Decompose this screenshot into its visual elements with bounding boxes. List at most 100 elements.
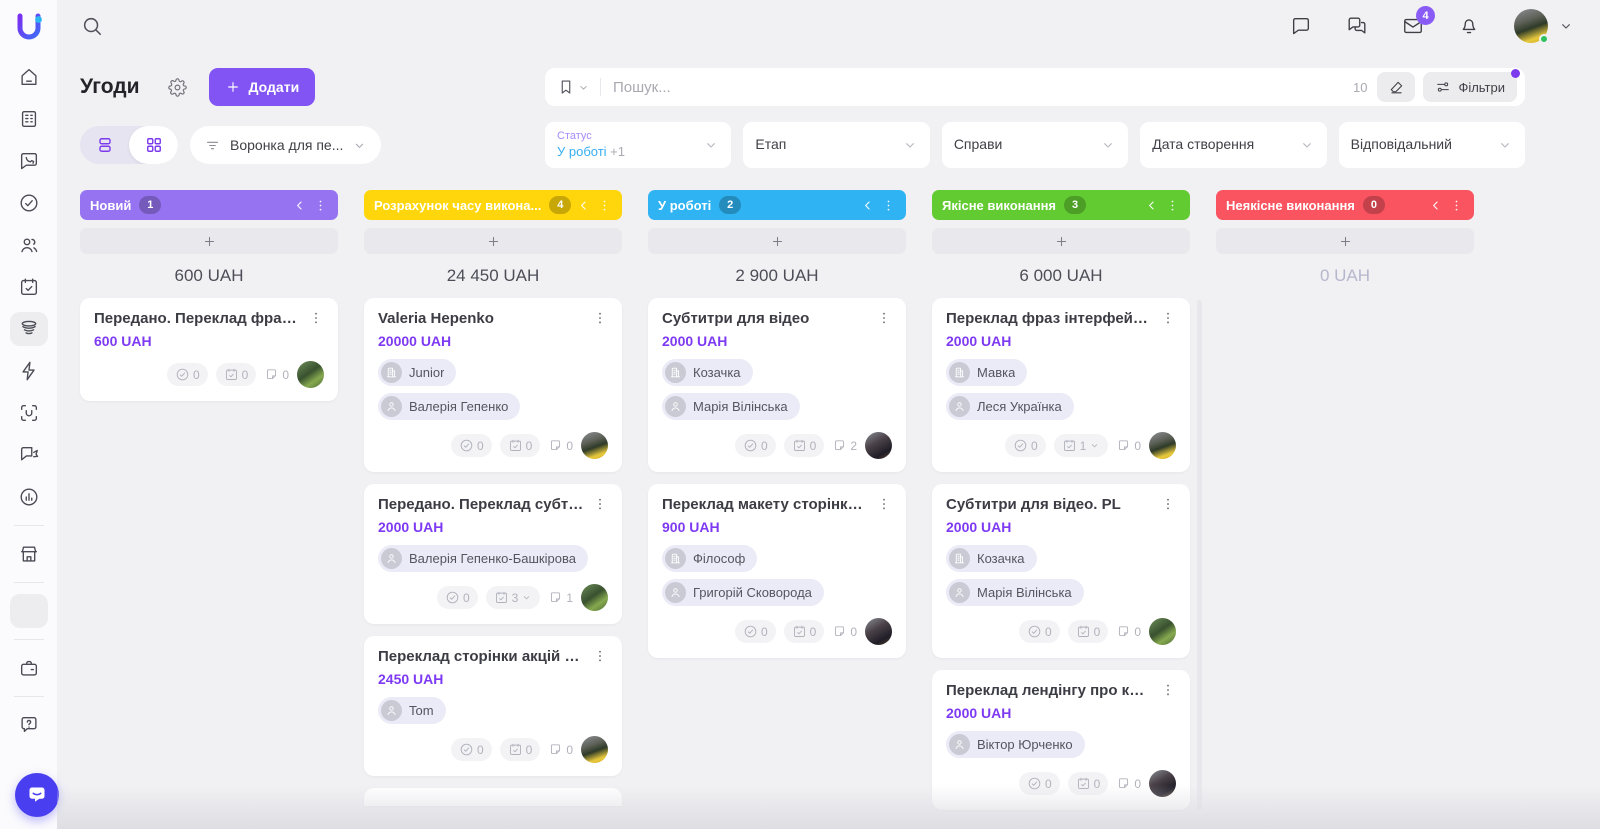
kebab-menu-icon	[1160, 496, 1176, 512]
calendar-stat[interactable]: 3	[486, 586, 541, 609]
page-title: Угоди	[80, 75, 140, 99]
filter-dropdown-Відповідальний[interactable]: Відповідальний	[1339, 122, 1525, 168]
sidebar-item-marketing[interactable]	[10, 438, 48, 472]
company-icon	[949, 362, 970, 383]
column-count-badge: 2	[719, 196, 741, 214]
card-menu-button[interactable]	[876, 496, 892, 512]
deal-card[interactable]: Переклад фраз інтерфейсу ...2000 UAHМавк…	[932, 298, 1190, 472]
column-add-card-button[interactable]	[648, 228, 906, 254]
sidebar-item-automation[interactable]	[10, 354, 48, 388]
column-collapse-button[interactable]	[292, 198, 307, 213]
support-chat-launcher[interactable]	[15, 773, 59, 817]
column-add-card-button[interactable]	[1216, 228, 1474, 254]
card-menu-button[interactable]	[1160, 682, 1176, 698]
sidebar-item-home[interactable]	[10, 60, 48, 94]
column-menu-button[interactable]	[1449, 198, 1464, 213]
card-menu-button[interactable]	[1160, 496, 1176, 512]
chevron-down-icon	[352, 138, 367, 153]
sidebar-item-users[interactable]	[10, 228, 48, 262]
deal-title: Субтитри для відео	[662, 310, 868, 327]
column-header[interactable]: Розрахунок часу викона...4	[364, 190, 622, 220]
chev-down-icon	[577, 81, 590, 94]
card-menu-button[interactable]	[1160, 310, 1176, 326]
sidebar-item-analytics[interactable]	[10, 480, 48, 514]
sidebar-item-calendar[interactable]	[10, 270, 48, 304]
card-menu-button[interactable]	[876, 310, 892, 326]
calendar-count: 0	[526, 743, 533, 757]
tasks-check-icon	[459, 742, 474, 757]
deal-card[interactable]: Субтитри для відео2000 UAHКозачкаМарія В…	[648, 298, 906, 472]
filter-label: Етап	[755, 136, 786, 154]
filter-dropdown-Етап[interactable]: Етап	[743, 122, 929, 168]
column-add-card-button[interactable]	[932, 228, 1190, 254]
calendar-icon	[18, 276, 40, 298]
deal-card[interactable]: Субтитри для відео. PL2000 UAHКозачкаМар…	[932, 484, 1190, 658]
column-menu-button[interactable]	[313, 198, 328, 213]
sidebar-item-finance[interactable]	[10, 651, 48, 685]
settings-icon: undefined	[18, 600, 40, 622]
sidebar-item-settings[interactable]: undefined	[10, 594, 48, 628]
column-menu-button[interactable]	[1165, 198, 1180, 213]
add-deal-button[interactable]: Додати	[209, 68, 316, 106]
column-scrollbar[interactable]	[1197, 300, 1202, 810]
deal-card[interactable]: Переклад лендінгу про квіти2000 UAHВікто…	[932, 670, 1190, 810]
deal-card[interactable]: Valeria Hepenko20000 UAHJuniorВалерія Ге…	[364, 298, 622, 472]
column-add-card-button[interactable]	[80, 228, 338, 254]
sidebar-item-scanner[interactable]	[10, 396, 48, 430]
calendar-icon	[792, 438, 807, 453]
column-header[interactable]: Якісне виконання3	[932, 190, 1190, 220]
card-menu-button[interactable]	[592, 648, 608, 664]
chip-label: Григорій Сковорода	[693, 585, 812, 600]
sidebar-item-tasks[interactable]	[10, 186, 48, 220]
search-input[interactable]	[601, 79, 1353, 96]
filters-button[interactable]: Фільтри	[1423, 72, 1517, 102]
funnel-selector-label: Воронка для пе...	[230, 137, 343, 153]
filter-dropdown-Статус[interactable]: СтатусУ роботі +1	[545, 122, 731, 168]
column-menu-button[interactable]	[881, 198, 896, 213]
column-collapse-button[interactable]	[1144, 198, 1159, 213]
sliders-icon	[1435, 79, 1451, 95]
column-menu-button[interactable]	[597, 198, 612, 213]
user-menu[interactable]	[1514, 9, 1574, 43]
column-header[interactable]: Неякісне виконання0	[1216, 190, 1474, 220]
gear-icon	[168, 78, 187, 97]
column-collapse-button[interactable]	[1428, 198, 1443, 213]
filter-dropdown-Дата створення[interactable]: Дата створення	[1140, 122, 1326, 168]
sidebar-item-newsfeed[interactable]	[10, 102, 48, 136]
chat-icon[interactable]	[1290, 15, 1312, 37]
deal-card[interactable]: Передано. Переклад фраз м...600 UAH000	[80, 298, 338, 401]
mail-icon[interactable]: 4	[1402, 15, 1424, 37]
app-logo[interactable]	[12, 10, 46, 44]
clear-search-button[interactable]	[1377, 72, 1415, 102]
calendar-stat[interactable]: 1	[1054, 434, 1109, 457]
column-header[interactable]: У роботі2	[648, 190, 906, 220]
saved-search-selector[interactable]	[557, 78, 601, 96]
list-view-button[interactable]	[80, 126, 129, 164]
kanban-view-button[interactable]	[129, 126, 178, 164]
funnel-selector[interactable]: Воронка для пе...	[190, 126, 381, 164]
column-name: Неякісне виконання	[1226, 198, 1355, 213]
column-header[interactable]: Новий1	[80, 190, 338, 220]
filter-dropdown-Справи[interactable]: Справи	[942, 122, 1128, 168]
sidebar-item-crm-funnel[interactable]	[10, 312, 48, 346]
card-menu-button[interactable]	[592, 310, 608, 326]
deal-card[interactable]: Передано. Переклад субтит...2000 UAHВале…	[364, 484, 622, 624]
card-menu-button[interactable]	[308, 310, 324, 326]
partially-visible-card[interactable]	[364, 788, 622, 806]
deal-card[interactable]: Переклад сторінки акцій ENG2450 UAHTom00…	[364, 636, 622, 776]
column-add-card-button[interactable]	[364, 228, 622, 254]
column-collapse-button[interactable]	[576, 198, 591, 213]
group-chats-icon[interactable]	[1346, 15, 1368, 37]
sidebar-item-messenger[interactable]	[10, 144, 48, 178]
sidebar-item-marketplace[interactable]	[10, 537, 48, 571]
card-menu-button[interactable]	[592, 496, 608, 512]
deal-card[interactable]: Переклад макету сторінки с...900 UAHФіло…	[648, 484, 906, 658]
column-name: Новий	[90, 198, 131, 213]
column-collapse-button[interactable]	[860, 198, 875, 213]
page-settings-gear-icon[interactable]	[168, 78, 187, 97]
notifications-bell-icon[interactable]	[1458, 15, 1480, 37]
global-search-icon[interactable]	[81, 15, 103, 37]
sidebar-item-help[interactable]	[10, 708, 48, 742]
column-count-badge: 4	[549, 196, 571, 214]
assignee-avatar	[581, 736, 608, 763]
